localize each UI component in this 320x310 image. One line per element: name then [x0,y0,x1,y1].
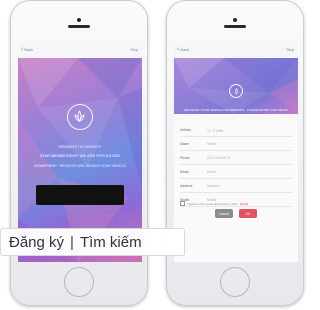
chevron-left-icon: ‹ [177,46,180,53]
form-field-phone[interactable]: Phone 010-1234-5678 [180,152,292,165]
cancel-button[interactable]: Cancel [215,209,233,218]
back-label: Back [24,47,34,52]
front-camera [77,18,81,22]
caption-overlay: Đăng ký | Tìm kiếm [0,228,185,256]
subheadline-text: MEMBERSHIP · REGISTER AND SEARCH YOUR VE… [33,164,127,168]
checkbox-icon[interactable] [180,201,185,206]
home-button[interactable] [220,267,250,297]
speaker-grille [68,25,90,28]
home-button[interactable] [64,267,94,297]
black-banner [36,185,124,205]
confirm-button[interactable]: OK [239,209,257,218]
form-field-email[interactable]: Email Email [180,166,292,179]
speaker-grille [224,25,246,28]
phone-frame-left: ‹ Back Skip REMEMBER THE MOMENTS STAR ME… [10,0,148,306]
back-label: Back [180,47,190,52]
lotus-logo-icon [229,84,243,98]
chevron-left-icon: ‹ [21,46,24,53]
search-link[interactable]: Tìm kiếm [80,234,142,251]
headline-text: STAR MEMBERSHIP, WE ARE PRIVILEGED [39,153,121,158]
agree-text: I agree to the terms and privacy policy [187,201,238,206]
form-field-name[interactable]: Name Name [180,138,292,151]
form-field-vehicle[interactable]: Vehicle 12 가 3456 [180,124,292,137]
front-camera [233,18,237,22]
skip-button[interactable]: Skip [130,47,138,52]
terms-agreement[interactable]: I agree to the terms and privacy policy … [180,201,292,206]
skip-button[interactable]: Skip [286,47,294,52]
back-button[interactable]: ‹ Back [21,46,34,53]
back-button[interactable]: ‹ Back [177,46,190,53]
hero-text-line-2: MEMBERSHIP REGISTRATION · PLEASE ENTER [201,113,271,117]
registration-form: Vehicle 12 가 3456 Name Name Phone 010-12… [174,120,298,262]
caption-separator: | [70,233,74,251]
lotus-logo-icon [67,104,93,130]
terms-link[interactable]: [View] [240,202,248,206]
nav-bar: ‹ Back Skip [18,42,142,59]
signup-link[interactable]: Đăng ký [9,234,64,251]
hero-text-line-1: REGISTER YOUR VEHICLE INFORMATION · PLEA… [184,108,288,112]
tagline-text: REMEMBER THE MOMENTS [58,145,102,149]
nav-bar: ‹ Back Skip [174,42,298,59]
phone-screen-right: ‹ Back Skip REGISTER YOUR VEHICLE INFORM… [174,42,298,262]
phone-frame-right: ‹ Back Skip REGISTER YOUR VEHICLE INFORM… [166,0,304,306]
form-field-address[interactable]: Address Address [180,180,292,193]
action-buttons: Cancel OK [174,209,298,218]
hero-banner: REGISTER YOUR VEHICLE INFORMATION · PLEA… [174,58,298,117]
